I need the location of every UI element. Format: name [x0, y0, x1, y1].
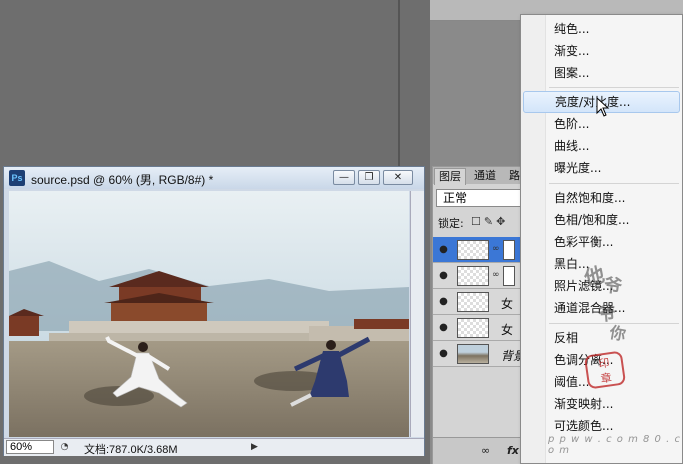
menu-separator: [549, 183, 679, 184]
layer-thumbnail: [457, 292, 489, 312]
status-menu-icon[interactable]: ◔: [58, 441, 71, 454]
visibility-eye-icon[interactable]: ●: [436, 295, 451, 308]
document-size-info: 文档:787.0K/3.68M: [84, 444, 178, 456]
menu-item-vibrance[interactable]: 自然饱和度...: [523, 187, 680, 209]
minimize-button[interactable]: —: [333, 170, 355, 185]
link-layers-icon[interactable]: ∞: [481, 444, 490, 457]
menu-item-invert[interactable]: 反相: [523, 327, 680, 349]
fx-icon[interactable]: fx: [507, 444, 519, 457]
layer-name: 女: [501, 297, 514, 311]
image-canvas[interactable]: [9, 191, 409, 437]
lock-label: 锁定:: [438, 217, 464, 230]
link-icon: ∞: [492, 270, 500, 280]
document-titlebar[interactable]: Ps source.psd @ 60% (男, RGB/8#) * — ❐ ✕: [4, 167, 424, 189]
menu-item-gradient-map[interactable]: 渐变映射...: [523, 393, 680, 415]
status-bar: 60% ◔ 文档:787.0K/3.68M ▶: [4, 438, 424, 456]
layer-row[interactable]: ● ∞: [433, 237, 531, 263]
layer-mask-thumbnail[interactable]: [503, 266, 515, 286]
document-title: source.psd @ 60% (男, RGB/8#) *: [31, 173, 214, 187]
layer-thumbnail: [457, 344, 489, 364]
forbidden-city-photo: [9, 191, 409, 437]
photoshop-icon: Ps: [9, 170, 25, 186]
status-arrow-icon[interactable]: ▶: [248, 441, 261, 454]
menu-item-color-balance[interactable]: 色彩平衡...: [523, 231, 680, 253]
layer-row[interactable]: ● 背景: [433, 341, 531, 367]
layer-thumbnail: [457, 240, 489, 260]
panel-divider[interactable]: [398, 0, 400, 170]
document-window: Ps source.psd @ 60% (男, RGB/8#) * — ❐ ✕: [3, 166, 425, 456]
visibility-eye-icon[interactable]: ●: [436, 243, 451, 256]
tab-layers[interactable]: 图层: [434, 168, 466, 185]
menu-item-pattern[interactable]: 图案...: [523, 62, 680, 84]
menu-item-curves[interactable]: 曲线...: [523, 135, 680, 157]
visibility-eye-icon[interactable]: ●: [436, 347, 451, 360]
zoom-level-field[interactable]: 60%: [6, 440, 54, 454]
tab-channels[interactable]: 通道: [470, 168, 500, 184]
link-icon: ∞: [492, 244, 500, 254]
layer-thumbnail: [457, 266, 489, 286]
watermark-seal: 印章: [583, 350, 627, 390]
menu-separator: [549, 87, 679, 88]
lock-icons[interactable]: ☐✎✥: [471, 215, 508, 228]
menu-item-solid-color[interactable]: 纯色...: [523, 18, 680, 40]
close-button[interactable]: ✕: [383, 170, 413, 185]
menu-item-hue-saturation[interactable]: 色相/饱和度...: [523, 209, 680, 231]
watermark-url: p p w w . c o m 8 0 . c o m: [548, 434, 681, 456]
layer-row[interactable]: ● ∞: [433, 263, 531, 289]
adjustment-layer-menu: 纯色... 渐变... 图案... 亮度/对比度... 色阶... 曲线... …: [520, 14, 683, 464]
layer-thumbnail: [457, 318, 489, 338]
blend-mode-select[interactable]: 正常: [436, 189, 531, 207]
menu-item-gradient[interactable]: 渐变...: [523, 40, 680, 62]
visibility-eye-icon[interactable]: ●: [436, 269, 451, 282]
restore-button[interactable]: ❐: [358, 170, 380, 185]
visibility-eye-icon[interactable]: ●: [436, 321, 451, 334]
menu-item-exposure[interactable]: 曝光度...: [523, 157, 680, 179]
canvas-vertical-scrollbar[interactable]: [410, 191, 424, 437]
layer-row[interactable]: ● 女: [433, 289, 531, 315]
layers-bottom-bar: ∞ fx: [433, 437, 531, 464]
mouse-pointer-icon: [596, 97, 610, 117]
layers-panel: 图层 通道 路 正常 锁定: ☐✎✥ ● ∞ ● ∞ ● 女 ● 女 ● 背景 …: [432, 166, 532, 464]
panel-tabs: 图层 通道 路: [433, 167, 531, 185]
watermark-calligraphy: 爷: [602, 274, 624, 299]
layer-name: 女: [501, 323, 514, 337]
layer-mask-thumbnail[interactable]: [503, 240, 515, 260]
layer-row[interactable]: ● 女: [433, 315, 531, 341]
